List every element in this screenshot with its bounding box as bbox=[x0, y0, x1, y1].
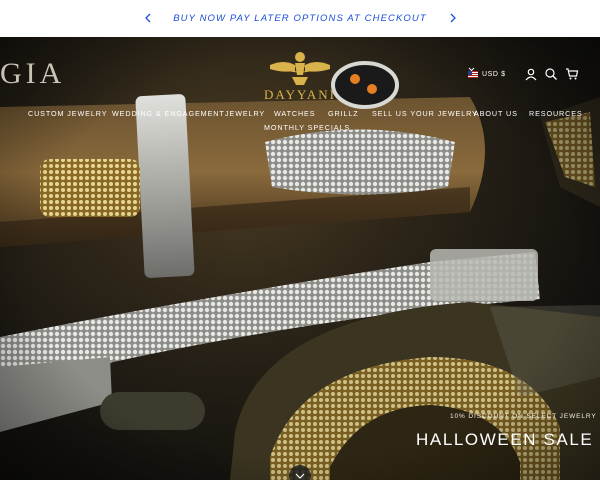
gia-watermark: GIA bbox=[0, 57, 66, 90]
currency-label: USD $ bbox=[482, 70, 506, 78]
account-icon[interactable] bbox=[524, 67, 538, 81]
chevron-right-icon[interactable] bbox=[446, 11, 460, 25]
currency-selector[interactable]: USD $ bbox=[468, 67, 506, 81]
nav-item-grillz[interactable]: GRILLZ bbox=[328, 109, 359, 118]
logo-text: DAYYANI bbox=[263, 87, 337, 102]
nav-item-wedding-engagement[interactable]: WEDDING & ENGAGEMENT bbox=[112, 109, 225, 118]
promo-subtitle: 10% DISCOUNT ON SELECT JEWELRY bbox=[450, 413, 597, 420]
chevron-left-icon[interactable] bbox=[141, 11, 155, 25]
nav-item-about-us[interactable]: ABOUT US bbox=[474, 109, 518, 118]
promo-title[interactable]: HALLOWEEN SALE bbox=[416, 430, 593, 450]
nav-item-monthly-specials[interactable]: MONTHLY SPECIALS bbox=[264, 123, 350, 132]
site-logo[interactable]: DAYYANI bbox=[262, 47, 338, 107]
cart-icon[interactable] bbox=[565, 67, 579, 81]
nav-item-resources[interactable]: RESOURCES bbox=[529, 109, 583, 118]
search-icon[interactable] bbox=[544, 67, 558, 81]
nav-item-watches[interactable]: WATCHES bbox=[274, 109, 315, 118]
nav-item-sell-us-your-jewelry[interactable]: SELL US YOUR JEWELRY bbox=[372, 109, 478, 118]
nav-item-custom-jewelry[interactable]: CUSTOM JEWELRY bbox=[28, 109, 107, 118]
announcement-bar: BUY NOW PAY LATER OPTIONS AT CHECKOUT bbox=[0, 0, 600, 37]
faravahar-logo-icon bbox=[270, 52, 330, 85]
main-navigation: CUSTOM JEWELRY WEDDING & ENGAGEMENT JEWE… bbox=[0, 107, 600, 139]
announcement-text[interactable]: BUY NOW PAY LATER OPTIONS AT CHECKOUT bbox=[173, 13, 427, 24]
nav-item-jewelry[interactable]: JEWELRY bbox=[225, 109, 265, 118]
scroll-down-button[interactable] bbox=[289, 465, 311, 480]
chevron-down-icon bbox=[468, 67, 475, 72]
chevron-down-icon bbox=[295, 473, 305, 479]
hero-banner: GIA DAYYANI USD $ CUSTOM JEWELRY WEDDING… bbox=[0, 37, 600, 480]
